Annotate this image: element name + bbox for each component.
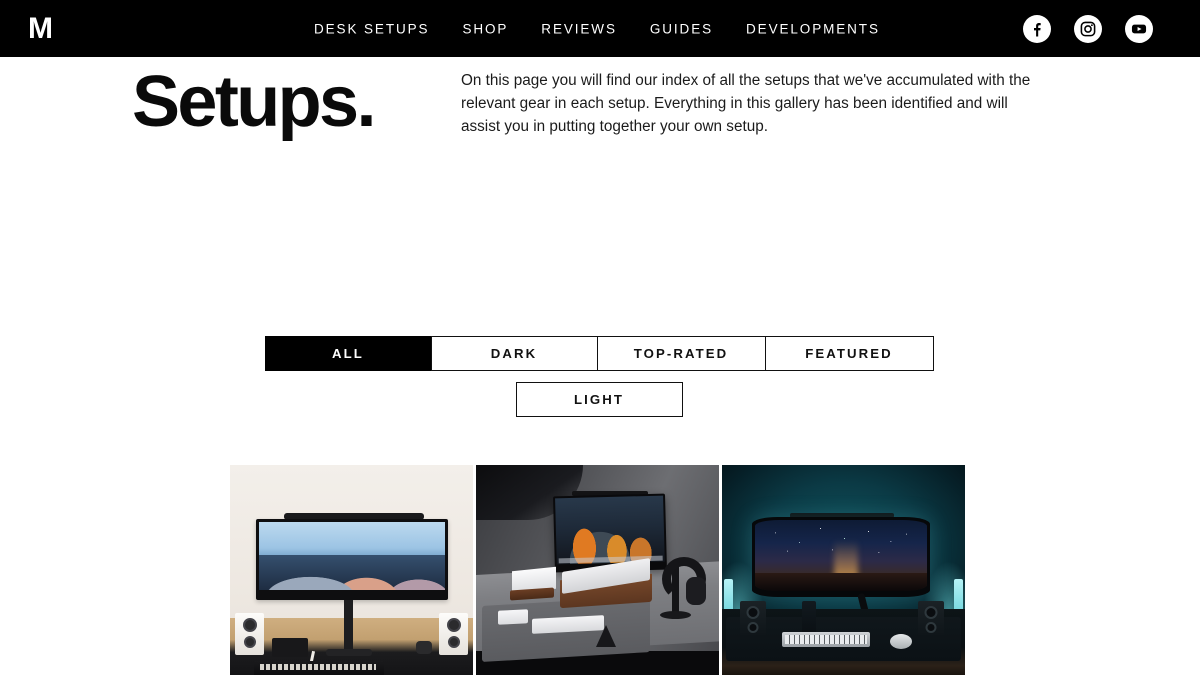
photo-monitor-screen <box>259 522 445 590</box>
setup-gallery <box>230 465 967 675</box>
nav-item-developments[interactable]: DEVELOPMENTS <box>746 21 880 36</box>
nav-item-guides[interactable]: GUIDES <box>650 21 713 36</box>
filter-row-secondary: LIGHT <box>264 382 934 417</box>
social-links <box>1023 14 1153 43</box>
page-description: On this page you will find our index of … <box>461 72 1031 135</box>
photo-desk-accessory-box <box>272 638 308 657</box>
filter-button-dark[interactable]: DARK <box>430 336 598 371</box>
nav-item-reviews[interactable]: REVIEWS <box>541 21 617 36</box>
filter-button-featured[interactable]: FEATURED <box>764 336 934 371</box>
nav-item-desk-setups[interactable]: DESK SETUPS <box>314 21 429 36</box>
site-logo[interactable]: M <box>28 13 53 44</box>
setup-photo-dark-ambient[interactable] <box>722 465 965 675</box>
photo-mouse <box>890 634 912 649</box>
instagram-icon[interactable] <box>1074 14 1102 43</box>
site-header: M DESK SETUPS SHOP REVIEWS GUIDES DEVELO… <box>0 0 1200 57</box>
setup-photo-grey-minimal[interactable] <box>476 465 719 675</box>
filter-row-primary: ALL DARK TOP-RATED FEATURED <box>264 336 934 371</box>
setup-photo-light-ultrawide[interactable] <box>230 465 473 675</box>
filter-button-all[interactable]: ALL <box>264 336 432 371</box>
photo-trackpad <box>498 609 528 625</box>
photo-monitor-base <box>326 649 372 656</box>
photo-curved-ultrawide-monitor <box>752 517 930 597</box>
filter-button-top-rated[interactable]: TOP-RATED <box>596 336 766 371</box>
photo-mechanical-keyboard <box>782 632 870 647</box>
facebook-icon[interactable] <box>1023 14 1051 43</box>
photo-phone-dock <box>802 601 816 635</box>
photo-monitor-screen <box>755 520 927 591</box>
photo-ultrawide-monitor <box>256 519 448 600</box>
photo-monitor-arm <box>344 600 353 653</box>
photo-headphone-stand-base <box>660 611 691 619</box>
photo-speaker-left <box>740 601 766 637</box>
page-title: Setups. <box>132 62 376 142</box>
photo-wallpaper-ground <box>755 572 927 591</box>
filter-button-light[interactable]: LIGHT <box>515 382 683 417</box>
photo-speaker-left <box>235 613 264 655</box>
photo-speaker-right <box>439 613 468 655</box>
photo-monitor-screen <box>555 495 665 565</box>
hero-section: Setups. On this page you will find our i… <box>0 57 1200 328</box>
photo-desk-puck <box>416 641 432 654</box>
nav-item-shop[interactable]: SHOP <box>462 21 508 36</box>
photo-headphone-cup <box>686 577 706 605</box>
youtube-icon[interactable] <box>1125 14 1153 43</box>
main-navigation: DESK SETUPS SHOP REVIEWS GUIDES DEVELOPM… <box>314 21 880 36</box>
photo-cone-object <box>596 625 616 647</box>
photo-keyboard <box>254 661 384 675</box>
photo-speaker-right <box>918 601 944 637</box>
category-filter-bar: ALL DARK TOP-RATED FEATURED LIGHT <box>264 336 934 417</box>
